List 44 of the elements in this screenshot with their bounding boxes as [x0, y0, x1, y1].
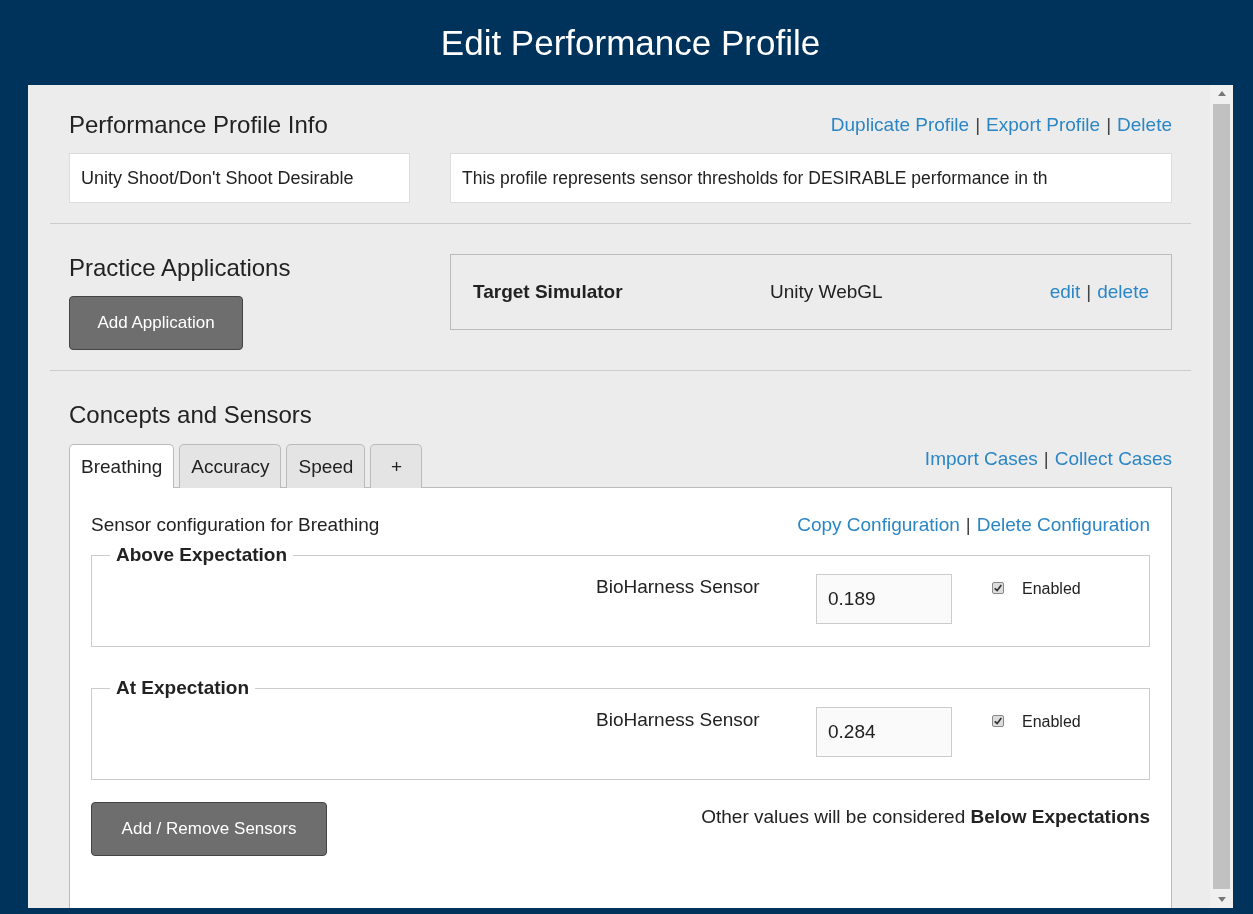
- concept-tab[interactable]: Breathing: [69, 444, 175, 488]
- application-name: Target Simulator: [473, 281, 624, 303]
- sensor-name: BioHarness Sensor: [596, 709, 761, 731]
- link-separator: |: [1043, 448, 1049, 469]
- configuration-link[interactable]: Copy Configuration: [797, 514, 960, 535]
- checkbox-label: Enabled: [1022, 713, 1081, 731]
- enabled-checkbox[interactable]: [992, 582, 1004, 594]
- section-heading: Performance Profile Info: [69, 111, 328, 139]
- concept-tab[interactable]: Speed: [286, 444, 366, 488]
- profile-link[interactable]: Duplicate Profile: [830, 114, 970, 135]
- cases-link[interactable]: Collect Cases: [1054, 448, 1172, 469]
- description-field[interactable]: This profile represents sensor thresholds for DESIRABLE performance in th: [450, 153, 1172, 203]
- add-remove-sensors-button[interactable]: Add / Remove Sensors: [91, 802, 327, 856]
- configuration-link[interactable]: Delete Configuration: [976, 514, 1150, 535]
- group-legend: At Expectation: [110, 677, 256, 699]
- sensor-name: BioHarness Sensor: [596, 576, 761, 598]
- threshold-field[interactable]: 0.189: [816, 574, 952, 624]
- link-separator: |: [965, 514, 971, 535]
- application-platform: Unity WebGL: [770, 281, 884, 303]
- profile-link[interactable]: Export Profile: [986, 114, 1101, 135]
- profile-link[interactable]: Delete: [1117, 114, 1172, 135]
- scrollbar-thumb[interactable]: [1213, 104, 1230, 889]
- scroll-down-icon[interactable]: [1217, 897, 1226, 902]
- section-heading: Concepts and Sensors: [69, 401, 313, 429]
- checkbox-label: Enabled: [1022, 580, 1081, 598]
- concept-tab[interactable]: Accuracy: [179, 444, 282, 488]
- group-legend: Above Expectation: [110, 544, 294, 566]
- link-separator: |: [1086, 281, 1092, 302]
- scrollbar[interactable]: [1210, 85, 1233, 908]
- application-link[interactable]: delete: [1097, 281, 1149, 302]
- link-separator: |: [975, 114, 981, 135]
- link-separator: |: [1106, 114, 1112, 135]
- enabled-checkbox[interactable]: [992, 715, 1004, 727]
- add-application-button[interactable]: Add Application: [69, 296, 243, 350]
- configuration-caption: Sensor configuration for Breathing: [91, 514, 380, 536]
- section-heading: Practice Applications: [69, 254, 291, 282]
- note-text: Other values will be considered Below Expectations: [701, 806, 1150, 828]
- threshold-field[interactable]: 0.284: [816, 707, 952, 757]
- name-field[interactable]: Unity Shoot/Don't Shoot Desirable: [69, 153, 410, 203]
- application-link[interactable]: edit: [1049, 281, 1081, 302]
- cases-link[interactable]: Import Cases: [924, 448, 1038, 469]
- concept-tab[interactable]: +: [370, 444, 423, 488]
- window-title: Edit Performance Profile: [440, 22, 821, 63]
- scroll-up-icon[interactable]: [1217, 91, 1226, 96]
